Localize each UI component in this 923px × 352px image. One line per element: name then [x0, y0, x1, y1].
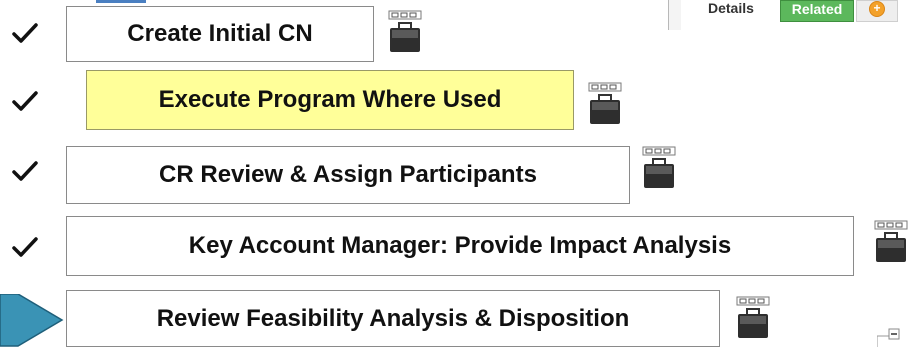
- workflow-step: Create Initial CN: [0, 0, 923, 64]
- task-button-current[interactable]: Review Feasibility Analysis & Dispositio…: [66, 290, 720, 347]
- workflow-step: CR Review & Assign Participants: [0, 140, 923, 204]
- collapse-toggle-icon[interactable]: [876, 320, 923, 347]
- workflow-step: Execute Program Where Used: [0, 68, 923, 132]
- task-button[interactable]: Key Account Manager: Provide Impact Anal…: [66, 216, 854, 276]
- checkmark-icon: [8, 84, 42, 118]
- briefcase-icon[interactable]: [642, 146, 676, 190]
- briefcase-icon[interactable]: [588, 82, 622, 126]
- briefcase-icon[interactable]: [736, 296, 770, 340]
- checkmark-icon: [8, 230, 42, 264]
- checkmark-icon: [8, 16, 42, 50]
- task-button[interactable]: CR Review & Assign Participants: [66, 146, 630, 204]
- workflow-step: Key Account Manager: Provide Impact Anal…: [0, 212, 923, 276]
- checkmark-icon: [8, 154, 42, 188]
- briefcase-icon[interactable]: [388, 10, 422, 54]
- current-step-arrow-icon: [0, 293, 64, 347]
- briefcase-icon[interactable]: [874, 220, 908, 264]
- task-button[interactable]: Create Initial CN: [66, 6, 374, 62]
- task-button-active[interactable]: Execute Program Where Used: [86, 70, 574, 130]
